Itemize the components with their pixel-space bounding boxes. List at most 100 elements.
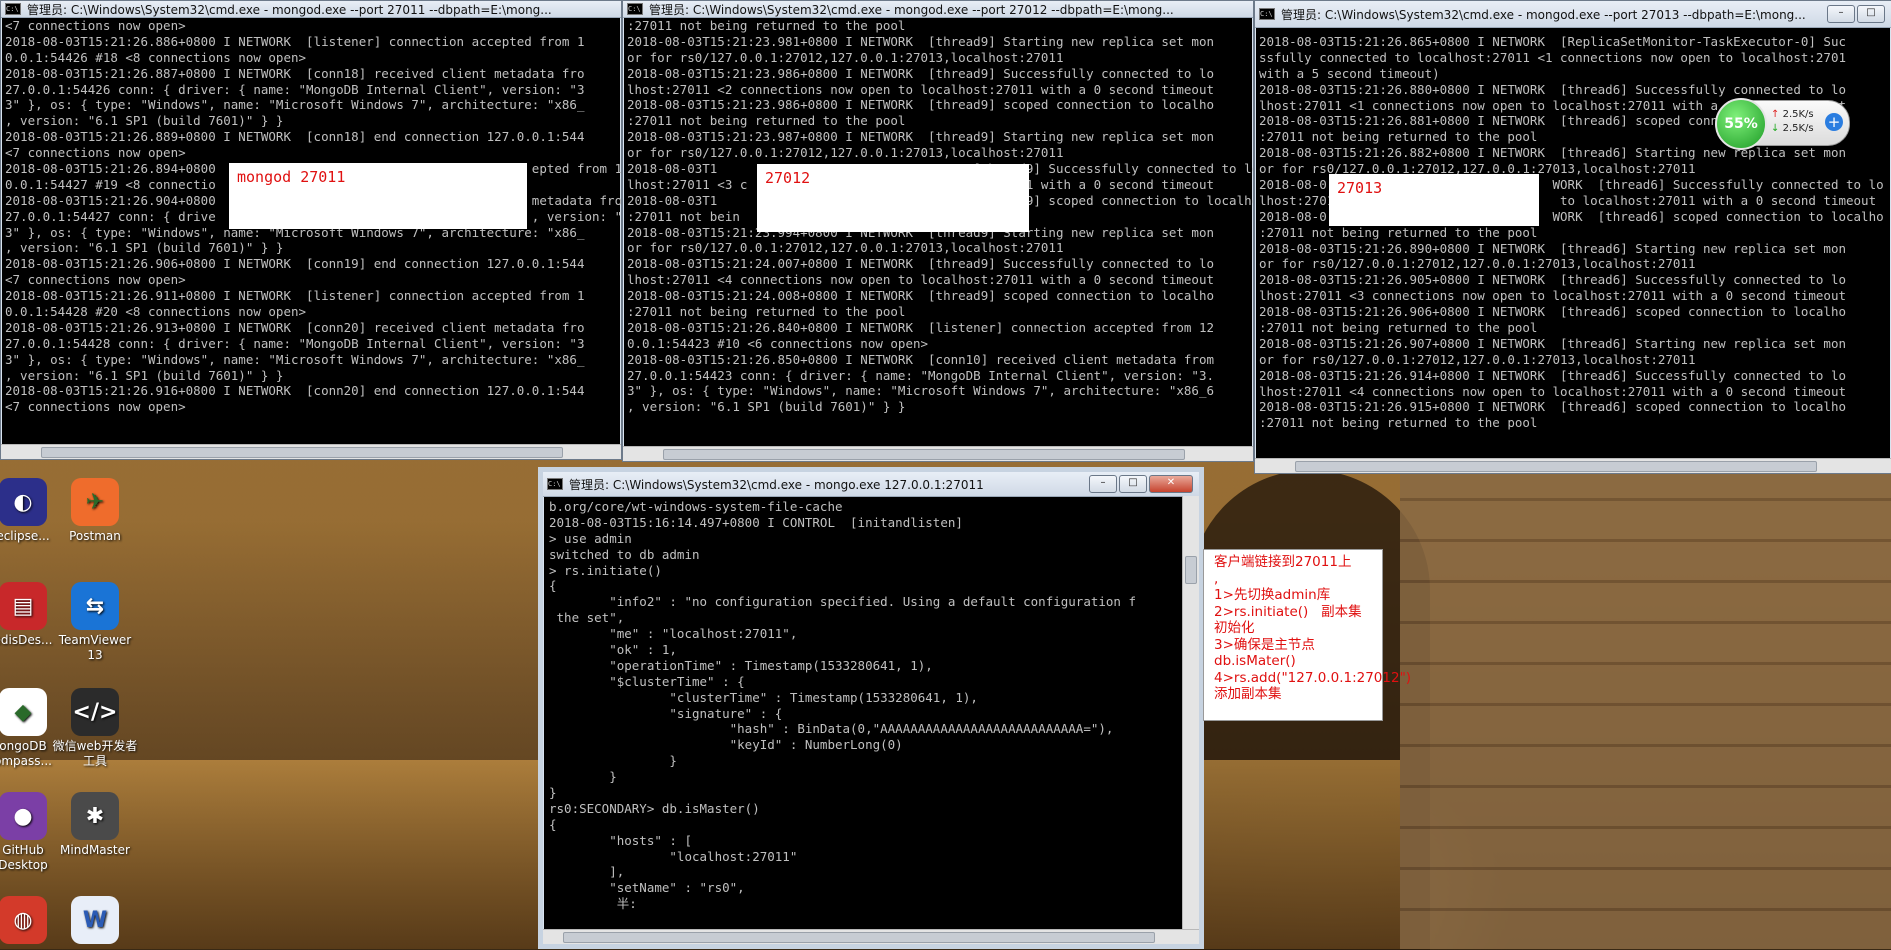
terminal-line: 2018-08-03T15:21:23.986+0800 I NETWORK […: [627, 65, 1214, 81]
desktop-icon-word-doc[interactable]: W: [50, 896, 140, 947]
window-title: 管理员: C:\Windows\System32\cmd.exe - mongo…: [649, 2, 1174, 17]
terminal-line: "ok" : 1,: [549, 642, 677, 658]
maximize-button[interactable]: □: [1119, 475, 1147, 493]
terminal-line: , version: "6.1 SP1 (build 7601)" } }: [5, 240, 284, 256]
scrollbar-thumb[interactable]: [563, 932, 1155, 943]
terminal-line: lhost:27011 <4 connections now open to l…: [1259, 383, 1846, 399]
terminal-line: 2018-08-03T15:21:23.986+0800 I NETWORK […: [627, 97, 1214, 113]
terminal-line: "localhost:27011": [549, 848, 798, 864]
terminal-line: 2018-08-03T15:21:26.914+0800 I NETWORK […: [1259, 367, 1846, 383]
console-window-27011[interactable]: C:\ 管理员: C:\Windows\System32\cmd.exe - m…: [0, 0, 622, 460]
terminal-line: , version: "6.1 SP1 (build 7601)" } }: [5, 113, 284, 129]
desktop-icon-label: Postman: [69, 529, 121, 543]
swirl-app-icon: ◍: [0, 896, 47, 944]
note-line: ,: [1214, 570, 1219, 587]
terminal-line: rs0:SECONDARY> db.isMaster(): [549, 800, 760, 816]
terminal-line: "operationTime" : Timestamp(1533280641, …: [549, 657, 933, 673]
terminal-output[interactable]: 2018-08-03T15:21:26.865+0800 I NETWORK […: [1255, 28, 1891, 431]
terminal-line: "clusterTime" : Timestamp(1533280641, 1)…: [549, 689, 978, 705]
terminal-line: "setName" : "rs0",: [549, 880, 745, 896]
eclipse-icon: ◐: [0, 478, 47, 526]
terminal-line: > use admin: [549, 530, 632, 546]
terminal-line: {: [549, 816, 557, 832]
plus-icon[interactable]: +: [1825, 113, 1843, 131]
terminal-line: , version: "6.1 SP1 (build 7601)" } }: [627, 399, 906, 415]
terminal-line: "$clusterTime" : {: [549, 673, 745, 689]
terminal-line: 0.0.1:54423 #10 <6 connections now open>: [627, 335, 929, 351]
scrollbar-thumb[interactable]: [41, 447, 563, 458]
desktop-icon-postman[interactable]: ✈ Postman: [50, 478, 140, 544]
terminal-line: {: [549, 578, 557, 594]
terminal-line: 2018-08-03T15:21:26.887+0800 I NETWORK […: [5, 65, 585, 81]
terminal-line: ssfully connected to localhost:27011 <1 …: [1259, 49, 1846, 65]
terminal-line: 3" }, os: { type: "Windows", name: "Micr…: [627, 383, 1214, 399]
terminal-line: <7 connections now open>: [5, 18, 186, 33]
scrollbar-thumb[interactable]: [663, 449, 1185, 460]
port-label-overlay: 27013: [1329, 174, 1539, 226]
terminal-line: 2018-08-03T15:21:26.889+0800 I NETWORK […: [5, 129, 585, 145]
terminal-line: or for rs0/127.0.0.1:27012,127.0.0.1:270…: [627, 145, 1064, 161]
upload-rate: 2.5K/s: [1782, 109, 1814, 120]
desktop-icon-teamviewer[interactable]: ⇆ TeamViewer 13: [50, 582, 140, 663]
terminal-line: }: [549, 753, 677, 769]
horizontal-scrollbar[interactable]: [1, 444, 621, 459]
console-window-mongo-shell[interactable]: C:\ 管理员: C:\Windows\System32\cmd.exe - m…: [538, 467, 1204, 949]
terminal-line: > rs.initiate(): [549, 562, 662, 578]
cmd-icon: C:\: [547, 478, 563, 490]
terminal-line: <7 connections now open>: [5, 272, 186, 288]
download-rate: 2.5K/s: [1782, 123, 1814, 134]
terminal-line: <7 connections now open>: [5, 145, 186, 161]
note-line: 2>rs.initiate() 副本集初始化: [1214, 603, 1362, 637]
terminal-line: :27011 not being returned to the pool: [627, 113, 906, 129]
window-title: 管理员: C:\Windows\System32\cmd.exe - mongo…: [1281, 7, 1806, 22]
terminal-line: 2018-08-03T15:21:26.882+0800 I NETWORK […: [1259, 145, 1846, 161]
network-rates: ↑ 2.5K/s ↓ 2.5K/s: [1771, 108, 1814, 136]
horizontal-scrollbar[interactable]: [623, 446, 1253, 461]
horizontal-scrollbar[interactable]: [1255, 458, 1891, 473]
terminal-line: 27.0.0.1:54423 conn: { driver: { name: "…: [627, 367, 1214, 383]
cmd-icon: C:\: [1259, 8, 1275, 20]
horizontal-scrollbar[interactable]: [543, 929, 1199, 944]
terminal-line: lhost:27011 <2 connections now open to l…: [627, 81, 1214, 97]
vertical-scrollbar[interactable]: [1182, 496, 1199, 930]
terminal-output[interactable]: b.org/core/wt-windows-system-file-cache 2…: [543, 497, 1181, 912]
terminal-line: 2018-08-03T15:21:26.905+0800 I NETWORK […: [1259, 272, 1846, 288]
port-label-overlay: 27012: [757, 164, 1029, 232]
terminal-line: 2018-08-03T15:21:26.906+0800 I NETWORK […: [1259, 304, 1846, 320]
cmd-icon: C:\: [627, 3, 643, 15]
terminal-line: "hosts" : [: [549, 832, 692, 848]
console-window-27013[interactable]: C:\ 管理员: C:\Windows\System32\cmd.exe - m…: [1254, 0, 1891, 474]
terminal-line: 半:: [549, 896, 637, 912]
console-window-27012[interactable]: C:\ 管理员: C:\Windows\System32\cmd.exe - m…: [622, 0, 1254, 462]
network-speed-widget[interactable]: 55% ↑ 2.5K/s ↓ 2.5K/s +: [1715, 98, 1850, 150]
terminal-line: "me" : "localhost:27011",: [549, 626, 798, 642]
terminal-line: 2018-08-03T15:21:26.913+0800 I NETWORK […: [5, 319, 585, 335]
window-titlebar[interactable]: C:\ 管理员: C:\Windows\System32\cmd.exe - m…: [1, 1, 621, 18]
terminal-line: or for rs0/127.0.0.1:27012,127.0.0.1:270…: [1259, 351, 1696, 367]
terminal-line: 2018-08-03T15:21:26.916+0800 I NETWORK […: [5, 383, 585, 399]
scrollbar-thumb[interactable]: [1295, 461, 1817, 472]
terminal-line: }: [549, 769, 617, 785]
terminal-line: "signature" : {: [549, 705, 783, 721]
terminal-line: 2018-08-03T15:21:26.850+0800 I NETWORK […: [627, 351, 1214, 367]
desktop-icon-mindmaster[interactable]: ✱ MindMaster: [50, 792, 140, 858]
window-titlebar[interactable]: C:\ 管理员: C:\Windows\System32\cmd.exe - m…: [1255, 1, 1891, 28]
minimize-button[interactable]: –: [1827, 5, 1855, 23]
mindmaster-icon: ✱: [71, 792, 119, 840]
terminal-line: 2018-08-03T15:21:23.987+0800 I NETWORK […: [627, 129, 1214, 145]
window-titlebar[interactable]: C:\ 管理员: C:\Windows\System32\cmd.exe - m…: [623, 1, 1253, 18]
window-titlebar[interactable]: C:\ 管理员: C:\Windows\System32\cmd.exe - m…: [543, 472, 1199, 497]
terminal-line: 0.0.1:54428 #20 <8 connections now open>: [5, 304, 307, 320]
terminal-line: lhost:27011 <4 connections now open to l…: [627, 272, 1214, 288]
minimize-button[interactable]: –: [1089, 475, 1117, 493]
memory-usage-circle[interactable]: 55%: [1715, 98, 1767, 150]
maximize-button[interactable]: □: [1857, 5, 1885, 23]
close-button[interactable]: ✕: [1149, 475, 1193, 493]
terminal-line: , version: "6.1 SP1 (build 7601)" } }: [5, 367, 284, 383]
postman-icon: ✈: [71, 478, 119, 526]
desktop-icon-weixin-devtools[interactable]: </> 微信web开发者工具: [50, 688, 140, 769]
redis-icon: ▤: [0, 582, 47, 630]
scrollbar-thumb[interactable]: [1185, 556, 1197, 584]
terminal-line: 3" }, os: { type: "Windows", name: "Micr…: [5, 351, 585, 367]
terminal-line: 2018-08-03T15:21:24.007+0800 I NETWORK […: [627, 256, 1214, 272]
